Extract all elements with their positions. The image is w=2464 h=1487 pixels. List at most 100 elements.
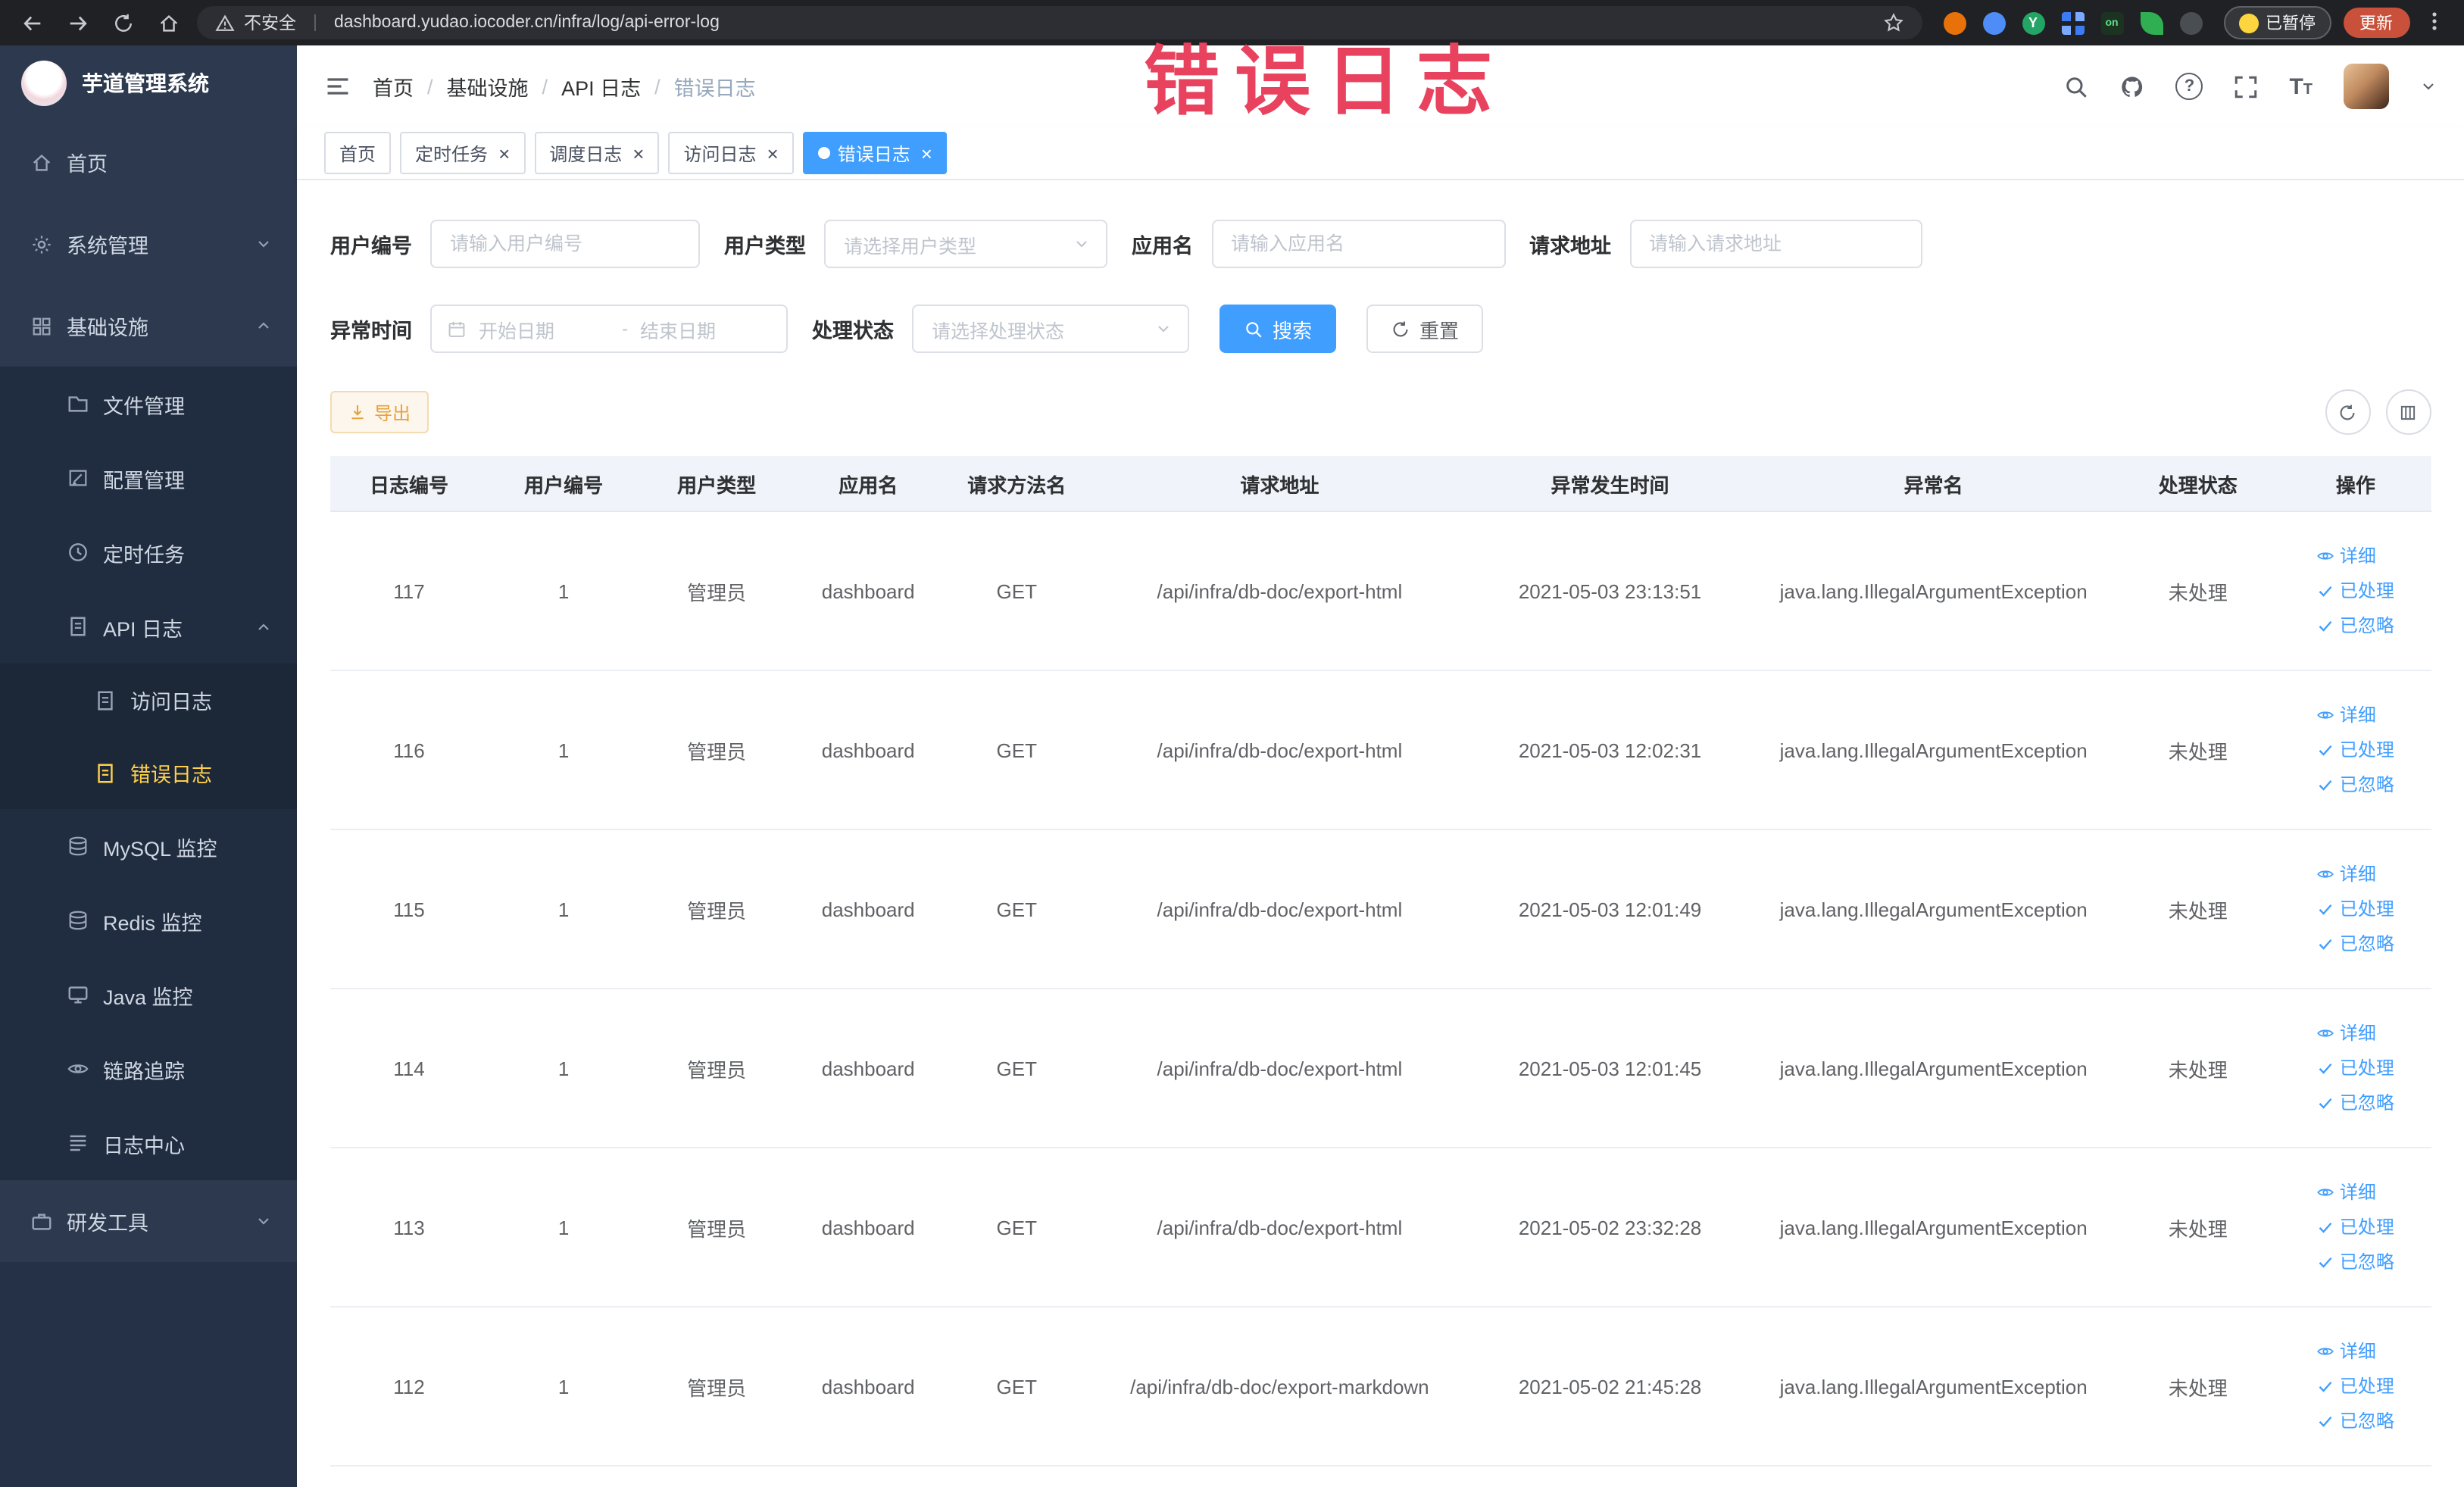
tab-访问日志[interactable]: 访问日志 × bbox=[668, 132, 794, 174]
avatar-caret-down-icon[interactable] bbox=[2419, 77, 2437, 95]
sidebar-item-配置管理[interactable]: 配置管理 bbox=[0, 441, 297, 515]
tab-定时任务[interactable]: 定时任务 × bbox=[400, 132, 526, 174]
search-button[interactable]: 搜索 bbox=[1220, 305, 1337, 353]
sidebar-item-Redis 监控[interactable]: Redis 监控 bbox=[0, 883, 297, 957]
refresh-table-button[interactable] bbox=[2325, 389, 2370, 435]
column-header-应用名: 应用名 bbox=[794, 456, 943, 512]
tab-调度日志[interactable]: 调度日志 × bbox=[534, 132, 660, 174]
sidebar-item-访问日志[interactable]: 访问日志 bbox=[0, 664, 297, 736]
filter-label-user-type: 用户类型 bbox=[724, 235, 806, 258]
cell-exception-time: 2021-05-03 12:02:31 bbox=[1468, 670, 1752, 830]
cell-actions: 详细 已处理 已忽略 bbox=[2280, 989, 2431, 1148]
breadcrumb-item-首页[interactable]: 首页 bbox=[373, 71, 414, 102]
action-已处理[interactable]: 已处理 bbox=[2317, 576, 2394, 606]
cell-log-id: 112 bbox=[330, 1307, 489, 1467]
sidebar-item-API 日志[interactable]: API 日志 bbox=[0, 589, 297, 664]
extension-icon[interactable] bbox=[1982, 11, 2005, 34]
breadcrumb-item-基础设施[interactable]: 基础设施 bbox=[447, 71, 529, 102]
export-button[interactable]: 导出 bbox=[330, 391, 429, 433]
bookmark-star-icon[interactable] bbox=[1882, 12, 1903, 33]
profile-paused-badge[interactable]: 已暂停 bbox=[2223, 6, 2331, 39]
search-icon[interactable] bbox=[2063, 73, 2089, 99]
cell-exception-name: java.lang.IllegalArgumentException bbox=[1751, 989, 2116, 1148]
browser-menu-icon[interactable] bbox=[2422, 9, 2449, 36]
column-settings-button[interactable] bbox=[2385, 389, 2431, 435]
sidebar-item-错误日志[interactable]: 错误日志 bbox=[0, 736, 297, 809]
action-已忽略[interactable]: 已忽略 bbox=[2317, 929, 2394, 959]
extension-icon[interactable]: on bbox=[2100, 11, 2123, 34]
action-已忽略[interactable]: 已忽略 bbox=[2317, 770, 2394, 800]
action-已处理[interactable]: 已处理 bbox=[2317, 1053, 2394, 1083]
sidebar-item-Java 监控[interactable]: Java 监控 bbox=[0, 957, 297, 1032]
sidebar-item-日志中心[interactable]: 日志中心 bbox=[0, 1106, 297, 1180]
sidebar-item-基础设施[interactable]: 基础设施 bbox=[0, 285, 297, 367]
user-type-select[interactable]: 请选择用户类型 bbox=[824, 220, 1107, 268]
address-bar[interactable]: 不安全 | dashboard.yudao.iocoder.cn/infra/l… bbox=[197, 6, 1922, 39]
tab-close-icon[interactable]: × bbox=[498, 143, 510, 163]
check-icon bbox=[2317, 617, 2335, 635]
check-icon bbox=[2317, 900, 2335, 918]
tab-close-icon[interactable]: × bbox=[632, 143, 644, 163]
fullscreen-icon[interactable] bbox=[2233, 73, 2259, 99]
action-已忽略[interactable]: 已忽略 bbox=[2317, 1088, 2394, 1118]
font-size-icon[interactable]: TT bbox=[2289, 75, 2313, 98]
extension-icon[interactable] bbox=[2061, 11, 2084, 34]
sidebar-item-链路追踪[interactable]: 链路追踪 bbox=[0, 1032, 297, 1106]
table-row: 115 1 管理员 dashboard GET /api/infra/db-do… bbox=[330, 829, 2431, 989]
app-logo[interactable]: 芋道管理系统 bbox=[0, 45, 297, 121]
extension-icon[interactable]: Y bbox=[2022, 11, 2044, 34]
user-id-input[interactable] bbox=[430, 220, 700, 268]
tab-close-icon[interactable]: × bbox=[767, 143, 779, 163]
action-已处理[interactable]: 已处理 bbox=[2317, 894, 2394, 924]
extension-icon[interactable] bbox=[1943, 11, 1966, 34]
action-已处理[interactable]: 已处理 bbox=[2317, 735, 2394, 765]
action-已处理[interactable]: 已处理 bbox=[2317, 1212, 2394, 1242]
breadcrumb-item-API 日志[interactable]: API 日志 bbox=[561, 71, 641, 102]
breadcrumb-separator: / bbox=[542, 75, 548, 98]
action-详细[interactable]: 详细 bbox=[2317, 1177, 2376, 1207]
exception-time-range-picker[interactable]: 开始日期 - 结束日期 bbox=[430, 305, 788, 353]
app-name-input[interactable] bbox=[1211, 220, 1505, 268]
help-icon[interactable]: ? bbox=[2175, 73, 2203, 100]
github-icon[interactable] bbox=[2119, 73, 2145, 99]
tab-首页[interactable]: 首页 bbox=[324, 132, 392, 174]
browser-reload-icon[interactable] bbox=[106, 6, 139, 39]
sidebar-item-文件管理[interactable]: 文件管理 bbox=[0, 367, 297, 441]
action-详细[interactable]: 详细 bbox=[2317, 1336, 2376, 1367]
action-详细[interactable]: 详细 bbox=[2317, 700, 2376, 730]
extension-icon[interactable] bbox=[2179, 11, 2202, 34]
tab-close-icon[interactable]: × bbox=[921, 143, 932, 163]
user-avatar[interactable] bbox=[2343, 64, 2388, 109]
action-详细[interactable]: 详细 bbox=[2317, 859, 2376, 889]
action-详细[interactable]: 详细 bbox=[2317, 541, 2376, 571]
cell-user-type: 管理员 bbox=[639, 989, 795, 1148]
sidebar-item-label: 系统管理 bbox=[67, 235, 148, 258]
action-已忽略[interactable]: 已忽略 bbox=[2317, 611, 2394, 641]
action-已忽略[interactable]: 已忽略 bbox=[2317, 1406, 2394, 1436]
action-详细[interactable]: 详细 bbox=[2317, 1018, 2376, 1048]
reset-button[interactable]: 重置 bbox=[1366, 305, 1484, 353]
browser-update-button[interactable]: 更新 bbox=[2343, 8, 2409, 38]
collapse-sidebar-icon[interactable] bbox=[324, 73, 351, 100]
sidebar-item-系统管理[interactable]: 系统管理 bbox=[0, 203, 297, 285]
extension-icon[interactable] bbox=[2140, 11, 2163, 34]
table-row: 116 1 管理员 dashboard GET /api/infra/db-do… bbox=[330, 670, 2431, 830]
browser-forward-icon[interactable] bbox=[61, 6, 94, 39]
search-icon bbox=[1244, 319, 1263, 339]
tab-错误日志[interactable]: 错误日志 × bbox=[802, 132, 948, 174]
cell-log-id: 117 bbox=[330, 511, 489, 671]
clock-icon bbox=[67, 541, 89, 564]
request-url-input[interactable] bbox=[1629, 220, 1922, 268]
cell-app-name: dashboard bbox=[794, 1307, 943, 1467]
sidebar-item-定时任务[interactable]: 定时任务 bbox=[0, 515, 297, 589]
sidebar-item-研发工具[interactable]: 研发工具 bbox=[0, 1180, 297, 1262]
action-已忽略[interactable]: 已忽略 bbox=[2317, 1247, 2394, 1277]
cell-status: 未处理 bbox=[2115, 829, 2281, 989]
process-status-select[interactable]: 请选择处理状态 bbox=[912, 305, 1189, 353]
sidebar-item-首页[interactable]: 首页 bbox=[0, 121, 297, 203]
browser-back-icon[interactable] bbox=[15, 6, 48, 39]
filter-label-user-id: 用户编号 bbox=[330, 235, 412, 258]
action-已处理[interactable]: 已处理 bbox=[2317, 1371, 2394, 1401]
browser-home-icon[interactable] bbox=[151, 6, 185, 39]
sidebar-item-MySQL 监控[interactable]: MySQL 监控 bbox=[0, 809, 297, 883]
